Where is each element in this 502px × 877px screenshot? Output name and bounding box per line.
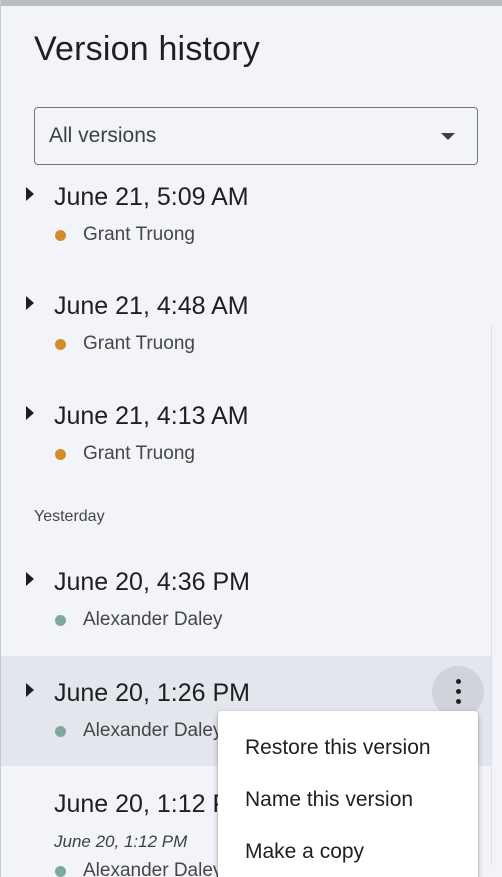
version-context-menu: Restore this version Name this version M… bbox=[218, 711, 478, 877]
panel-top-border bbox=[1, 0, 502, 6]
version-author: Alexander Daley bbox=[83, 720, 223, 741]
triangle-right-icon[interactable] bbox=[26, 296, 34, 310]
version-history-panel: Version history All versions June 21, 5:… bbox=[0, 0, 502, 877]
author-color-dot bbox=[55, 615, 66, 626]
scrollbar-track[interactable] bbox=[491, 325, 502, 865]
panel-title: Version history bbox=[34, 30, 260, 68]
version-item[interactable]: June 21, 5:09 AM Grant Truong bbox=[1, 177, 491, 285]
version-timestamp: June 21, 4:48 AM bbox=[54, 292, 249, 320]
triangle-right-icon[interactable] bbox=[26, 683, 34, 697]
author-color-dot bbox=[55, 230, 66, 241]
version-filter-value: All versions bbox=[49, 124, 157, 147]
menu-item-make-copy[interactable]: Make a copy bbox=[218, 826, 478, 877]
version-item[interactable]: June 20, 4:36 PM Alexander Daley bbox=[1, 562, 491, 670]
version-author: Alexander Daley bbox=[83, 860, 223, 877]
version-item[interactable]: June 21, 4:13 AM Grant Truong bbox=[1, 396, 491, 504]
version-subtitle: June 20, 1:12 PM bbox=[54, 832, 188, 851]
version-timestamp: June 21, 4:13 AM bbox=[54, 402, 249, 430]
version-timestamp: June 21, 5:09 AM bbox=[54, 183, 249, 211]
menu-item-label: Make a copy bbox=[245, 840, 365, 863]
caret-down-icon bbox=[441, 133, 455, 140]
version-timestamp: June 20, 4:36 PM bbox=[54, 568, 250, 596]
menu-item-name-version[interactable]: Name this version bbox=[218, 774, 478, 826]
version-timestamp: June 20, 1:26 PM bbox=[54, 679, 250, 707]
version-author: Grant Truong bbox=[83, 333, 195, 354]
version-author: Grant Truong bbox=[83, 224, 195, 245]
more-vert-icon-dot bbox=[456, 699, 461, 704]
version-item[interactable]: June 21, 4:48 AM Grant Truong bbox=[1, 286, 491, 394]
author-color-dot bbox=[55, 866, 66, 877]
menu-item-label: Name this version bbox=[245, 788, 414, 811]
triangle-right-icon[interactable] bbox=[26, 187, 34, 201]
more-vert-icon bbox=[456, 679, 461, 684]
more-vert-icon-dot bbox=[456, 689, 461, 694]
author-color-dot bbox=[55, 726, 66, 737]
menu-item-label: Restore this version bbox=[245, 736, 431, 759]
triangle-right-icon[interactable] bbox=[26, 406, 34, 420]
triangle-right-icon[interactable] bbox=[26, 572, 34, 586]
menu-item-restore-version[interactable]: Restore this version bbox=[218, 722, 478, 774]
author-color-dot bbox=[55, 449, 66, 460]
version-author: Alexander Daley bbox=[83, 609, 223, 630]
author-color-dot bbox=[55, 339, 66, 350]
version-filter-dropdown[interactable]: All versions bbox=[34, 107, 478, 165]
section-label-yesterday: Yesterday bbox=[34, 508, 105, 525]
version-author: Grant Truong bbox=[83, 443, 195, 464]
